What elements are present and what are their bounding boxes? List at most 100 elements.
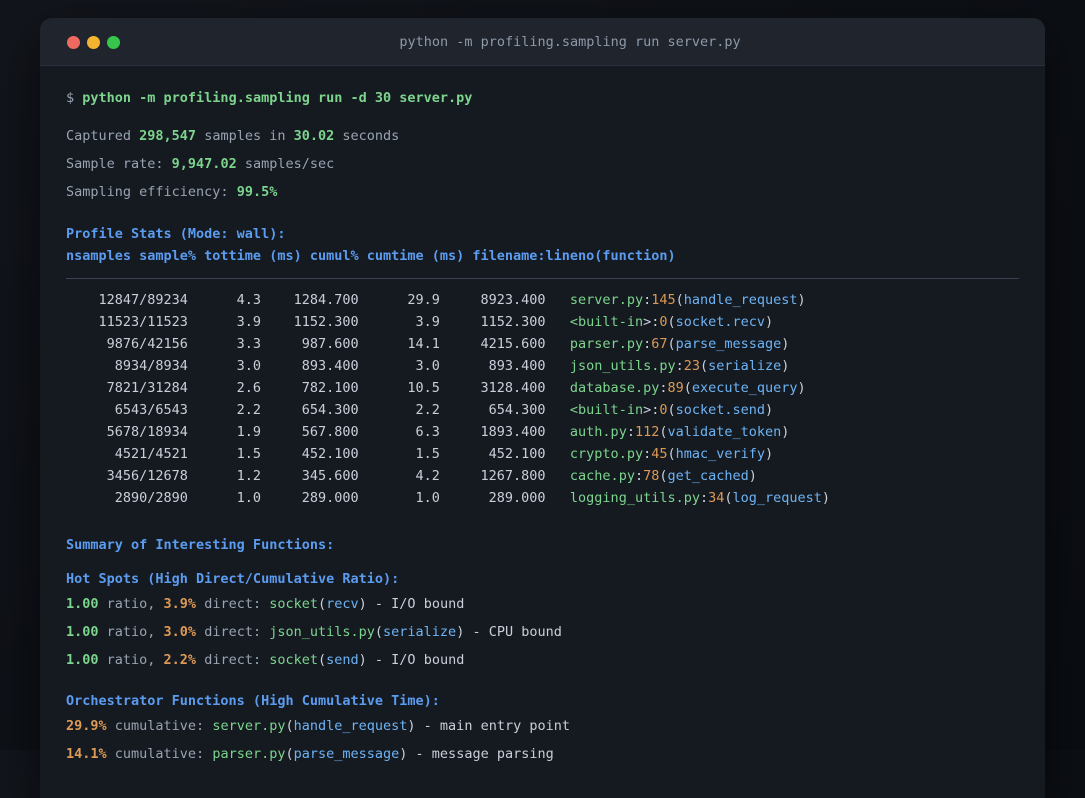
window-title: python -m profiling.sampling run server.… (399, 33, 741, 50)
open-paren: ( (318, 652, 327, 668)
hot-spot-line: 1.00 ratio, 2.2% direct: socket(send) - … (66, 650, 1019, 670)
row-metrics: 3456/12678 1.2 345.600 4.2 1267.800 (66, 468, 570, 484)
function-name: serialize (383, 624, 457, 640)
function-name: serialize (708, 358, 782, 374)
summary-heading: Summary of Interesting Functions: (66, 537, 335, 553)
line-number: 34 (708, 490, 725, 506)
table-divider (66, 278, 1019, 279)
filename: json_utils.py (569, 358, 676, 374)
close-paren: ) (407, 718, 416, 734)
row-metrics: 8934/8934 3.0 893.400 3.0 893.400 (66, 358, 570, 374)
line-number: 23 (683, 358, 700, 374)
line-number: 112 (634, 424, 660, 440)
function-name: parse_message (293, 746, 400, 762)
note: - message parsing (407, 746, 554, 762)
module-name: socket (269, 596, 318, 612)
shell-prompt: $ (66, 90, 83, 106)
line-number: 0 (659, 314, 668, 330)
ratio-value: 1.00 (66, 596, 99, 612)
cumulative-label: cumulative: (106, 746, 213, 762)
orchestrator-line: 29.9% cumulative: server.py(handle_reque… (66, 716, 1019, 736)
filename: parser.py (569, 336, 644, 352)
filename: auth.py (569, 424, 627, 440)
table-row: 11523/11523 3.9 1152.300 3.9 1152.300 <b… (66, 311, 1019, 333)
hot-spot-line: 1.00 ratio, 3.9% direct: socket(recv) - … (66, 594, 1019, 614)
row-metrics: 2890/2890 1.0 289.000 1.0 289.000 (66, 490, 570, 506)
ratio-value: 1.00 (66, 652, 99, 668)
open-paren: ( (667, 402, 676, 418)
titlebar: python -m profiling.sampling run server.… (40, 18, 1045, 66)
line-number: 78 (643, 468, 660, 484)
direct-label: direct: (196, 624, 270, 640)
function-name: hmac_verify (675, 446, 766, 462)
direct-label: direct: (196, 596, 270, 612)
cumulative-pct: 29.9% (66, 718, 107, 734)
module-name: server.py (212, 718, 286, 734)
row-metrics: 6543/6543 2.2 654.300 2.2 654.300 (66, 402, 570, 418)
close-paren: ) (358, 596, 367, 612)
ratio-label: ratio, (98, 596, 164, 612)
close-paren: ) (797, 292, 806, 308)
stat-value: 298,547 (139, 128, 197, 144)
orchestrator-line: 14.1% cumulative: parser.py(parse_messag… (66, 744, 1019, 764)
terminal-window: python -m profiling.sampling run server.… (40, 18, 1045, 798)
stat-value: 30.02 (293, 128, 335, 144)
note: - main entry point (415, 718, 570, 734)
function-name: socket.send (675, 402, 766, 418)
traffic-lights (67, 18, 120, 66)
module-name: json_utils.py (269, 624, 375, 640)
row-metrics: 4521/4521 1.5 452.100 1.5 452.100 (66, 446, 570, 462)
colon: : (699, 490, 709, 506)
minimize-button-icon[interactable] (87, 35, 100, 49)
close-paren: ) (781, 424, 790, 440)
function-name: send (326, 652, 359, 668)
maximize-button-icon[interactable] (107, 35, 120, 49)
filename-bracket: > (643, 402, 652, 418)
table-row: 2890/2890 1.0 289.000 1.0 289.000 loggin… (66, 487, 1019, 509)
close-paren: ) (797, 380, 806, 396)
stat-text: samples/sec (236, 156, 335, 172)
line-number: 45 (651, 446, 668, 462)
table-row: 9876/42156 3.3 987.600 14.1 4215.600 par… (66, 333, 1019, 355)
stat-label: Sampling efficiency: (66, 184, 237, 200)
open-paren: ( (667, 336, 676, 352)
function-name: socket.recv (675, 314, 766, 330)
terminal-output: $ python -m profiling.sampling run -d 30… (40, 66, 1045, 764)
filename: <built-in (569, 314, 644, 330)
function-name: get_cached (667, 468, 749, 484)
open-paren: ( (659, 424, 668, 440)
orchestrator-list: 29.9% cumulative: server.py(handle_reque… (66, 716, 1019, 764)
ratio-value: 1.00 (66, 624, 99, 640)
profile-stats-heading: Profile Stats (Mode: wall): (66, 226, 286, 242)
table-row: 12847/89234 4.3 1284.700 29.9 8923.400 s… (66, 289, 1019, 311)
ratio-label: ratio, (98, 652, 164, 668)
close-button-icon[interactable] (67, 35, 80, 49)
open-paren: ( (285, 718, 294, 734)
capture-stat-line: Captured 298,547 samples in 30.02 second… (66, 126, 1019, 146)
table-row: 8934/8934 3.0 893.400 3.0 893.400 json_u… (66, 355, 1019, 377)
direct-pct: 3.0% (163, 624, 197, 640)
direct-pct: 3.9% (163, 596, 197, 612)
stat-text: samples in (196, 128, 294, 144)
filename-bracket: > (643, 314, 652, 330)
function-name: log_request (732, 490, 822, 506)
function-name: execute_query (691, 380, 798, 396)
row-metrics: 7821/31284 2.6 782.100 10.5 3128.400 (66, 380, 570, 396)
note: - I/O bound (366, 596, 465, 612)
function-name: parse_message (675, 336, 782, 352)
colon: : (675, 358, 684, 374)
colon: : (643, 336, 652, 352)
filename: logging_utils.py (569, 490, 700, 506)
table-row: 7821/31284 2.6 782.100 10.5 3128.400 dat… (66, 377, 1019, 399)
capture-stat-line: Sample rate: 9,947.02 samples/sec (66, 154, 1019, 174)
command-text: python -m profiling.sampling run -d 30 s… (82, 90, 473, 106)
open-paren: ( (700, 358, 709, 374)
open-paren: ( (285, 746, 294, 762)
open-paren: ( (724, 490, 733, 506)
open-paren: ( (374, 624, 384, 640)
close-paren: ) (765, 446, 774, 462)
command-line: $ python -m profiling.sampling run -d 30… (66, 88, 1019, 108)
table-row: 3456/12678 1.2 345.600 4.2 1267.800 cach… (66, 465, 1019, 487)
filename: <built-in (569, 402, 644, 418)
open-paren: ( (318, 596, 327, 612)
